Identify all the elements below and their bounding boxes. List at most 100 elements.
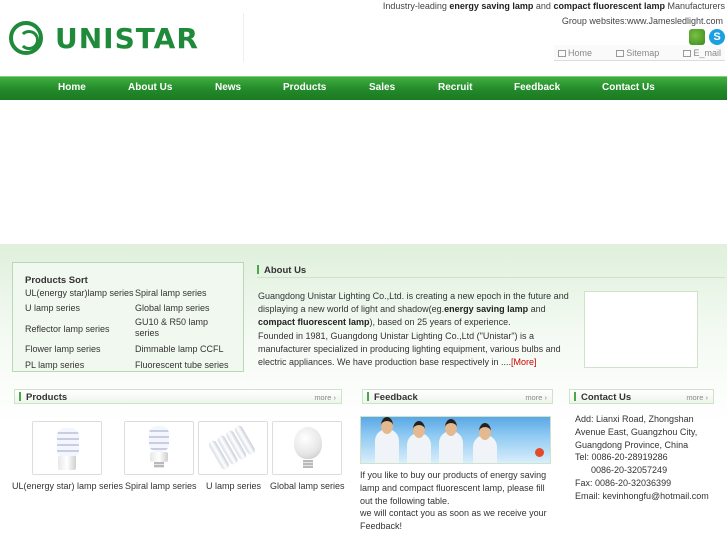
about-us-image xyxy=(584,291,698,368)
home-icon xyxy=(558,49,566,57)
u-tube-lamp-icon xyxy=(202,422,260,474)
sort-link-flower[interactable]: Flower lamp series xyxy=(25,344,125,355)
product-card-global[interactable] xyxy=(272,421,342,475)
mail-icon xyxy=(683,49,692,57)
spiral-bulb-icon xyxy=(149,426,169,452)
contact-tel-2: 0086-20-32057249 xyxy=(591,465,668,476)
feedback-text: If you like to buy our products of energ… xyxy=(360,469,552,533)
nav-recruit[interactable]: Recruit xyxy=(438,82,472,93)
msn-icon[interactable] xyxy=(689,29,705,45)
sort-link-gu10[interactable]: GU10 & R50 lamp series xyxy=(135,317,225,339)
feedback-panel-title: Feedback xyxy=(367,392,418,403)
group-websites-link[interactable]: Group websites:www.Jamesledlight.com xyxy=(562,16,723,26)
product-label-spiral[interactable]: Spiral lamp series xyxy=(125,481,197,491)
feedback-banner-image[interactable] xyxy=(360,416,551,464)
skype-icon[interactable]: S xyxy=(709,29,725,45)
section-bar-icon xyxy=(574,392,576,401)
feedback-text-2: we will contact you as soon as we receiv… xyxy=(360,508,547,532)
about-p1-bold-2: compact fluorescent lamp xyxy=(258,317,370,328)
sort-link-dimmable[interactable]: Dimmable lamp CCFL xyxy=(135,344,240,355)
about-us-header: About Us xyxy=(257,263,725,278)
site-logo[interactable]: UNISTAR xyxy=(0,13,244,62)
about-p1-bold-1: energy saving lamp xyxy=(444,304,529,315)
contact-more-label: more xyxy=(686,393,704,402)
quick-link-email-label: E_mail xyxy=(693,47,721,58)
nav-news[interactable]: News xyxy=(215,82,241,93)
products-sort-box: Products Sort UL(energy star)lamp series… xyxy=(12,262,244,372)
contact-tel-1: Tel: 0086-20-28919286 xyxy=(575,452,668,463)
nav-home[interactable]: Home xyxy=(58,82,86,93)
contact-details: Add: Lianxi Road, Zhongshan Avenue East,… xyxy=(575,413,725,503)
unistar-logo-icon xyxy=(9,21,43,55)
quick-link-home[interactable]: Home xyxy=(558,48,592,58)
globe-bulb-icon xyxy=(294,427,322,459)
contact-email[interactable]: Email: kevinhongfu@hotmail.com xyxy=(575,490,725,503)
feedback-text-1: If you like to buy our products of energ… xyxy=(360,470,547,506)
nav-feedback[interactable]: Feedback xyxy=(514,82,560,93)
products-more-label: more xyxy=(314,393,332,402)
quick-links: Home Sitemap E_mail xyxy=(554,45,725,61)
about-more-link[interactable]: [More] xyxy=(511,357,537,367)
feedback-more-link[interactable]: more › xyxy=(525,393,547,402)
products-panel-header: Products more › xyxy=(14,389,342,404)
sort-link-global[interactable]: Global lamp series xyxy=(135,303,235,314)
section-bar-icon xyxy=(257,265,259,274)
product-label-u[interactable]: U lamp series xyxy=(206,481,261,491)
sort-link-fluorescent-tube[interactable]: Fluorescent tube series xyxy=(135,360,243,371)
product-card-ul[interactable] xyxy=(32,421,102,475)
products-panel-title-label: Products xyxy=(26,392,68,403)
tagline-post: Manufacturers xyxy=(664,1,725,11)
tagline-mid: and xyxy=(533,1,554,11)
contact-address-3: Guangdong Province, China xyxy=(575,439,689,450)
person-figure xyxy=(375,417,399,463)
product-label-ul[interactable]: UL(energy star) lamp series xyxy=(12,481,123,491)
messenger-icons: S xyxy=(689,29,725,45)
spiral-bulb-icon xyxy=(57,428,79,458)
feedback-more-label: more xyxy=(525,393,543,402)
tagline-pre: Industry-leading xyxy=(382,1,450,11)
sort-link-ul[interactable]: UL(energy star)lamp series xyxy=(25,288,135,299)
contact-panel-title-label: Contact Us xyxy=(581,392,632,403)
product-label-global[interactable]: Global lamp series xyxy=(270,481,345,491)
nav-sales[interactable]: Sales xyxy=(369,82,395,93)
tagline-bold-2: compact fluorescent lamp xyxy=(553,1,665,11)
sort-link-reflector[interactable]: Reflector lamp series xyxy=(25,324,125,335)
nav-products[interactable]: Products xyxy=(283,82,326,93)
about-p1-mid: and xyxy=(528,304,546,315)
about-us-title-label: About Us xyxy=(264,265,307,276)
about-us-text: Guangdong Unistar Lighting Co.,Ltd. is c… xyxy=(258,290,583,369)
quick-link-email[interactable]: E_mail xyxy=(683,48,721,58)
quick-link-sitemap[interactable]: Sitemap xyxy=(616,48,659,58)
about-us-title: About Us xyxy=(257,265,306,276)
products-sort-title: Products Sort xyxy=(25,275,88,286)
contact-address-1: Add: Lianxi Road, Zhongshan xyxy=(575,414,694,424)
sort-link-spiral[interactable]: Spiral lamp series xyxy=(135,288,235,299)
product-card-u[interactable] xyxy=(198,421,268,475)
nav-contact-us[interactable]: Contact Us xyxy=(602,82,655,93)
products-more-link[interactable]: more › xyxy=(314,393,336,402)
bulb-screw-icon xyxy=(303,460,313,468)
section-bar-icon xyxy=(367,392,369,401)
contact-more-link[interactable]: more › xyxy=(686,393,708,402)
arrow-icon xyxy=(535,448,544,457)
sort-link-u[interactable]: U lamp series xyxy=(25,303,125,314)
sitemap-icon xyxy=(616,49,625,57)
about-p1-post: ), based on 25 years of experience. xyxy=(369,317,511,328)
quick-link-home-label: Home xyxy=(568,47,593,58)
product-card-spiral[interactable] xyxy=(124,421,194,475)
products-panel-title: Products xyxy=(19,392,67,403)
nav-about-us[interactable]: About Us xyxy=(128,82,172,93)
logo-text: UNISTAR xyxy=(55,22,199,55)
bulb-screw-icon xyxy=(154,462,164,468)
contact-address-2: Avenue East, Guangzhou City, xyxy=(575,426,698,437)
bulb-base-icon xyxy=(58,456,76,470)
main-nav: Home About Us News Products Sales Recrui… xyxy=(0,76,727,100)
section-bar-icon xyxy=(19,392,21,401)
contact-panel-header: Contact Us more › xyxy=(569,389,714,404)
quick-link-sitemap-label: Sitemap xyxy=(626,47,660,58)
sort-link-pl[interactable]: PL lamp series xyxy=(25,360,125,371)
feedback-panel-title-label: Feedback xyxy=(374,392,418,403)
person-figure xyxy=(473,423,497,463)
tagline-bold-1: energy saving lamp xyxy=(449,1,534,11)
contact-panel-title: Contact Us xyxy=(574,392,631,403)
